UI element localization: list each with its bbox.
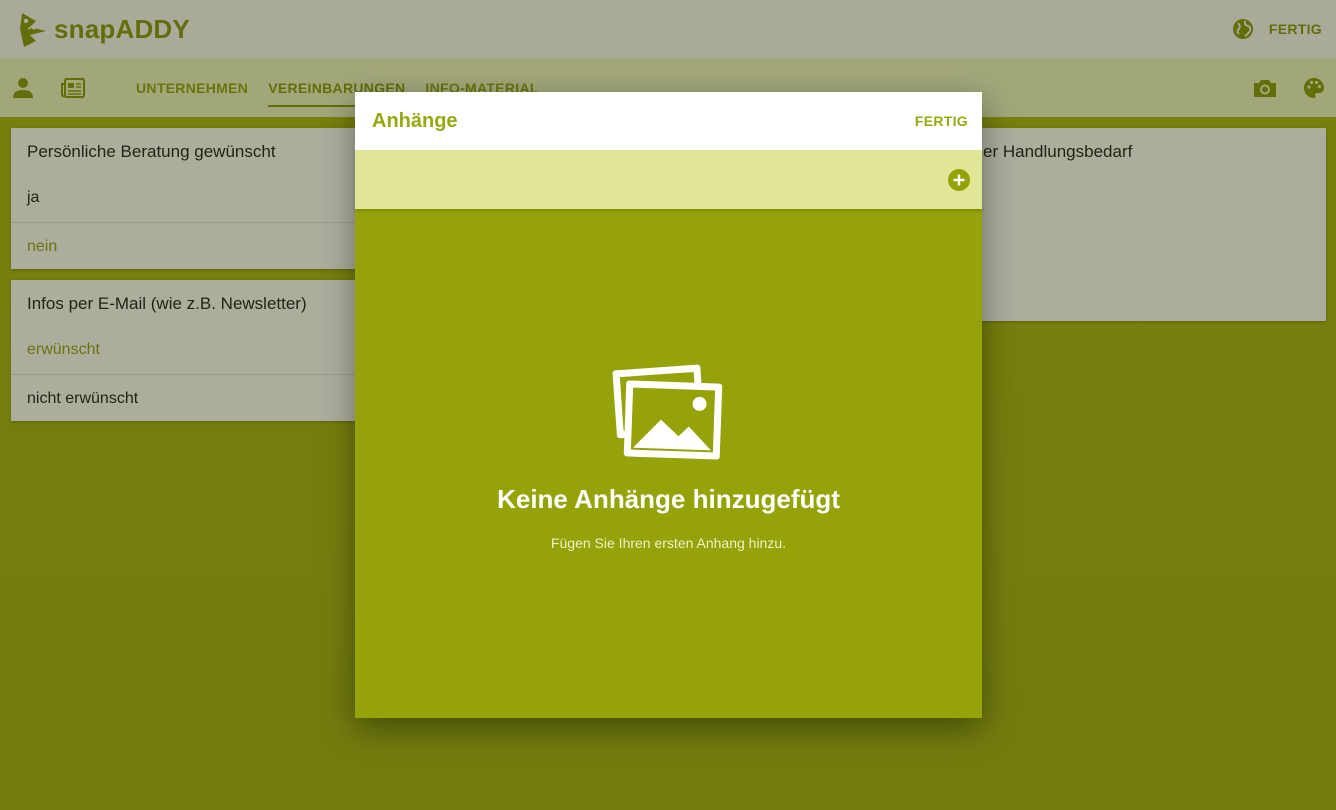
dialog-toolbar	[355, 150, 982, 209]
dialog-title: Anhänge	[372, 109, 458, 132]
attachments-dialog: Anhänge FERTIG Keine Anhänge hinzugefügt…	[355, 92, 982, 718]
add-circle-icon[interactable]	[948, 168, 970, 191]
dialog-done-button[interactable]: FERTIG	[915, 113, 968, 129]
empty-state-title: Keine Anhänge hinzugefügt	[497, 484, 840, 514]
empty-state: Keine Anhänge hinzugefügt Fügen Sie Ihre…	[355, 362, 982, 551]
dialog-header: Anhänge FERTIG	[355, 92, 982, 150]
image-gallery-icon	[612, 364, 722, 460]
empty-state-subtitle: Fügen Sie Ihren ersten Anhang hinzu.	[550, 535, 787, 551]
